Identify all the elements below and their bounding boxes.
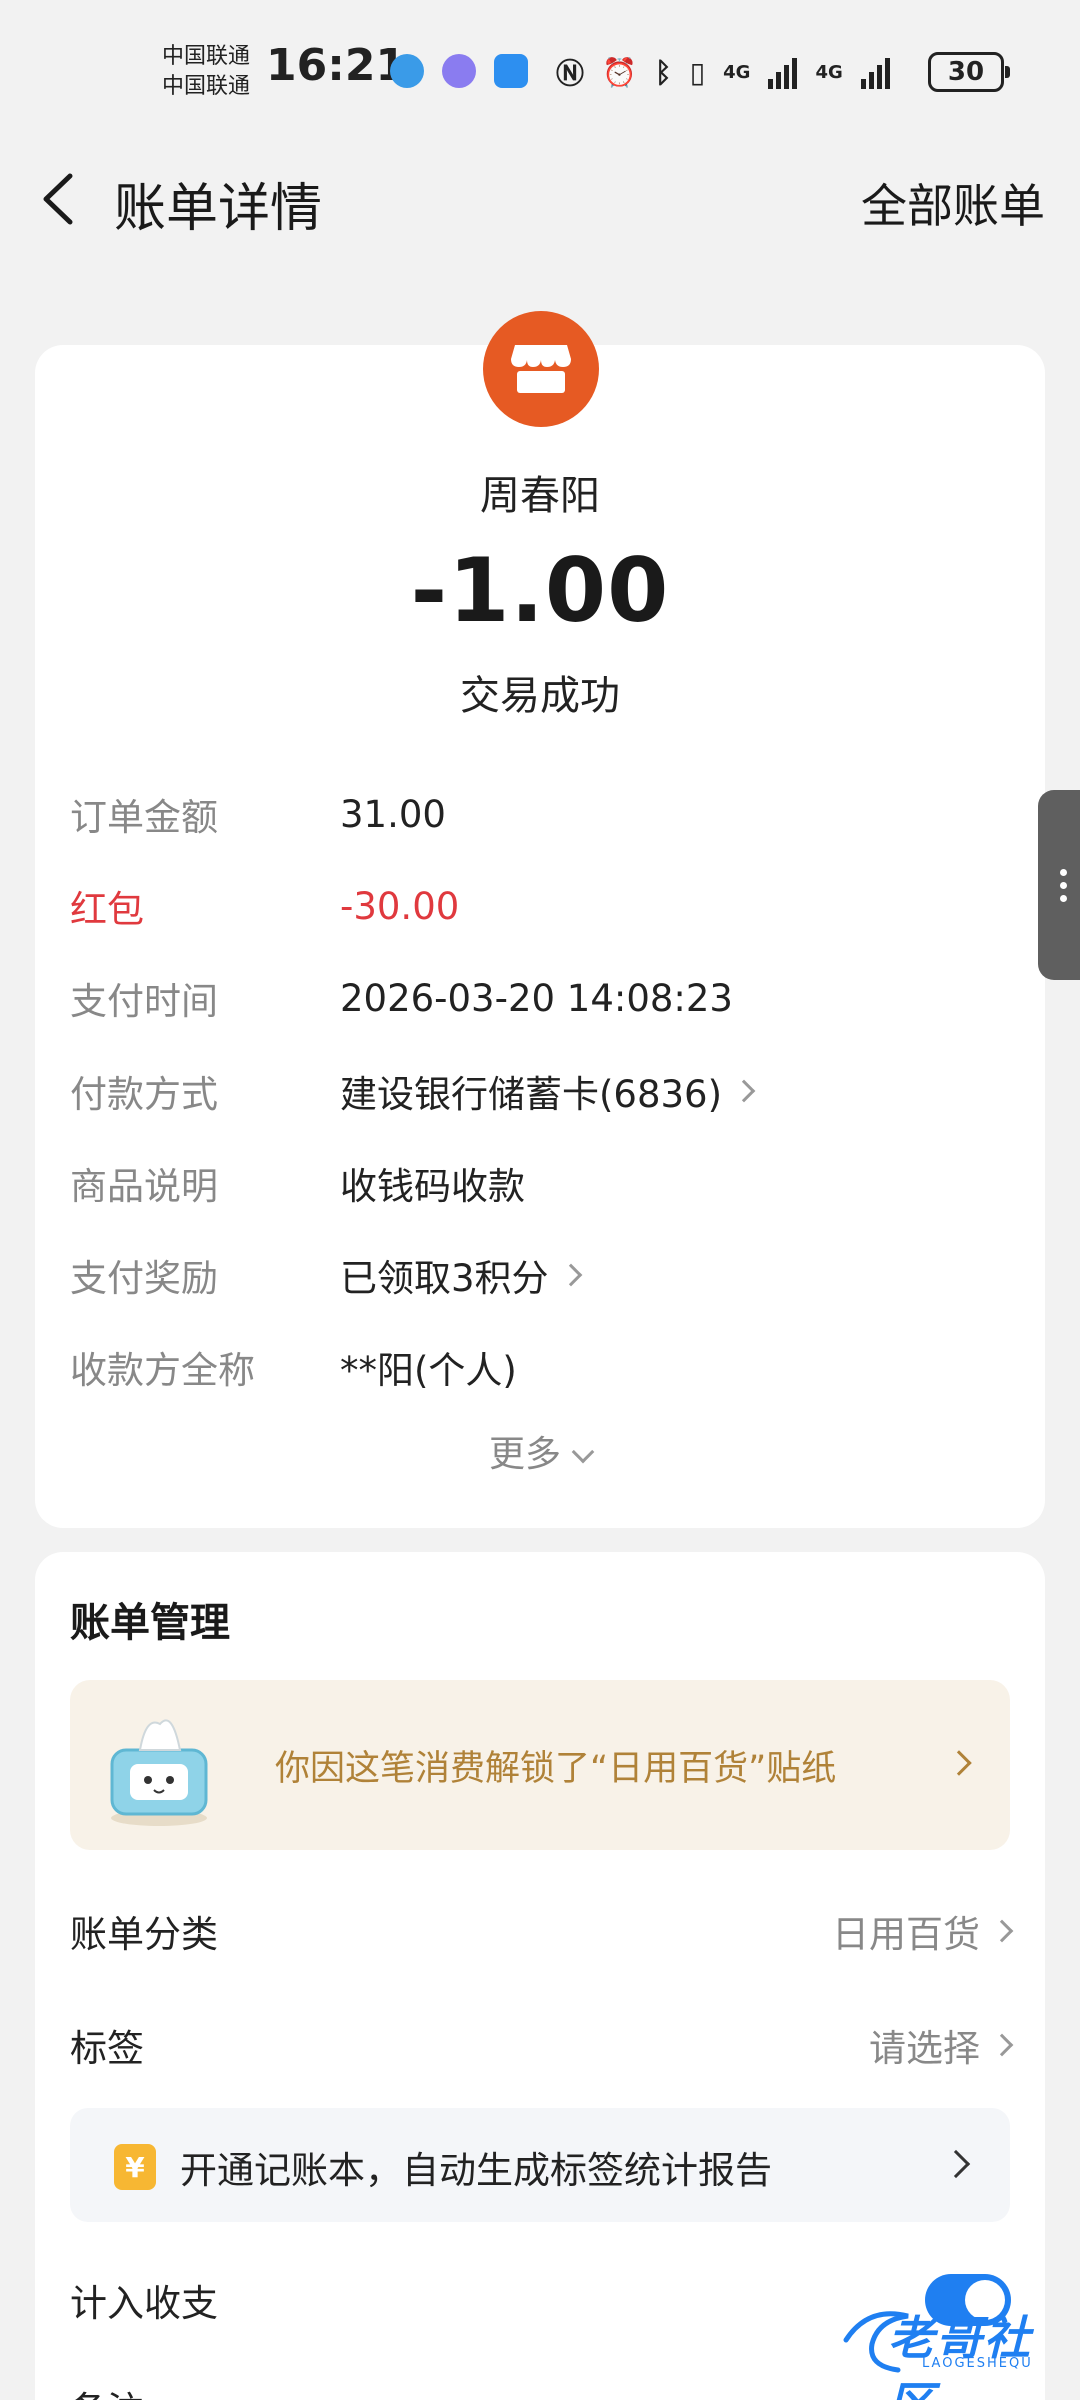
- tag-value: 请选择: [869, 2027, 980, 2070]
- system-icons: Ⓝ ⏰ ᛒ ▯ 4G 4G: [556, 52, 890, 92]
- detail-row-payee-name: 收款方全称 **阳(个人): [70, 1337, 1010, 1397]
- detail-row-red-packet: 红包 -30.00: [70, 876, 1010, 936]
- battery-level: 30: [947, 57, 985, 87]
- tag-row[interactable]: 标签 请选择: [70, 2010, 1014, 2080]
- detail-label: 付款方式: [70, 1073, 218, 1116]
- detail-value: **阳(个人): [340, 1349, 517, 1392]
- bill-summary-card: 周春阳 -1.00 交易成功 订单金额 31.00 红包 -30.00 支付时间…: [35, 311, 1045, 1528]
- chevron-down-icon: [571, 1440, 595, 1464]
- bill-category-value: 日用百货: [832, 1913, 980, 1956]
- watermark-text: 老哥社区: [888, 2311, 1032, 2400]
- detail-row-payment-method[interactable]: 付款方式 建设银行储蓄卡(6836): [70, 1061, 1010, 1121]
- section-title: 账单管理: [70, 1600, 230, 1646]
- transaction-amount: -1.00: [410, 539, 670, 642]
- carrier-2: 中国联通: [162, 74, 251, 99]
- tag-value-wrap: 请选择: [869, 2018, 1014, 2072]
- sticker-unlock-banner[interactable]: 你因这笔消费解锁了“日用百货”贴纸: [70, 1680, 1010, 1850]
- carrier-info: 中国联通 中国联通: [162, 42, 250, 102]
- carrier-1: 中国联通: [162, 44, 251, 69]
- shop-icon: [511, 345, 571, 393]
- detail-row-pay-time: 支付时间 2026-03-20 14:08:23: [70, 968, 1010, 1028]
- detail-row-order-amount: 订单金额 31.00: [70, 784, 1010, 844]
- tissue-box-sticker-icon: [110, 1719, 208, 1826]
- bill-management-card: 账单管理 你因这笔消费解锁了“日用百货”贴纸 账单分类 日用百货 标签 请选择 …: [35, 1552, 1045, 2400]
- chevron-right-icon: [559, 1263, 582, 1287]
- more-button[interactable]: 更多: [35, 1425, 1045, 1477]
- detail-label: 商品说明: [70, 1165, 218, 1208]
- detail-value-wrap: 已领取3积分: [340, 1248, 582, 1302]
- bill-category-value-wrap: 日用百货: [832, 1904, 1014, 1958]
- page-title: 账单详情: [114, 179, 323, 239]
- signal-1-icon: [768, 55, 798, 89]
- nfc-icon: Ⓝ: [556, 57, 585, 90]
- signal-2-icon: [860, 55, 890, 89]
- merchant-name: 周春阳: [480, 473, 600, 519]
- detail-row-description: 商品说明 收钱码收款: [70, 1153, 1010, 1213]
- alarm-icon: ⏰: [602, 55, 637, 89]
- more-label: 更多: [488, 1434, 561, 1475]
- chevron-right-icon: [990, 2033, 1014, 2057]
- ledger-promo-text: 开通记账本，自动生成标签统计报告: [180, 2149, 772, 2192]
- chevron-right-icon: [946, 1750, 972, 1776]
- chevron-right-icon: [941, 2149, 971, 2179]
- network-type-1: 4G: [723, 61, 751, 83]
- browser-icon: [390, 54, 424, 88]
- watermark-subtext: LAOGESHEQU: [922, 2356, 1033, 2371]
- merchant-logo: [483, 311, 599, 427]
- detail-value-wrap: 建设银行储蓄卡(6836): [340, 1064, 756, 1118]
- all-bills-link[interactable]: 全部账单: [861, 170, 1045, 236]
- detail-row-pay-reward[interactable]: 支付奖励 已领取3积分: [70, 1245, 1010, 1305]
- dot-icon: [1059, 894, 1067, 902]
- bill-category-label: 账单分类: [70, 1913, 218, 1956]
- income-expense-label: 计入收支: [70, 2282, 218, 2325]
- detail-label: 支付时间: [70, 980, 218, 1023]
- dot-icon: [1059, 868, 1067, 876]
- music-icon: [442, 54, 476, 88]
- vibrate-icon: ▯: [689, 55, 706, 89]
- chevron-left-icon: [43, 173, 73, 225]
- sticker-unlock-text: 你因这笔消费解锁了“日用百货”贴纸: [275, 1749, 837, 1789]
- transaction-status: 交易成功: [460, 673, 620, 719]
- detail-value: 2026-03-20 14:08:23: [340, 976, 733, 1020]
- ledger-promo-banner[interactable]: ¥ 开通记账本，自动生成标签统计报告: [70, 2108, 1010, 2222]
- weather-icon: [494, 54, 528, 88]
- detail-label: 收款方全称: [70, 1349, 255, 1392]
- status-bar: 中国联通 中国联通 16:21 Ⓝ ⏰ ᛒ ▯ 4G 4G 30: [0, 0, 1080, 130]
- note-label: 备注: [70, 2380, 144, 2400]
- tag-label: 标签: [70, 2027, 144, 2070]
- detail-value: 已领取3积分: [340, 1257, 549, 1300]
- detail-label: 红包: [70, 888, 144, 931]
- detail-value: 建设银行储蓄卡(6836): [340, 1073, 723, 1116]
- network-type-2: 4G: [815, 61, 843, 83]
- chevron-right-icon: [990, 1919, 1014, 1943]
- detail-value: -30.00: [340, 884, 460, 928]
- watermark-logo: 老哥社区 LAOGESHEQU: [838, 2300, 1070, 2400]
- chevron-right-icon: [732, 1079, 756, 1103]
- status-time: 16:21: [266, 40, 407, 91]
- page-header: 账单详情 全部账单: [0, 150, 1080, 250]
- detail-label: 支付奖励: [70, 1257, 218, 1300]
- back-button[interactable]: [30, 164, 90, 234]
- detail-value: 31.00: [340, 792, 446, 836]
- dot-icon: [1059, 881, 1067, 889]
- battery-icon: 30: [928, 52, 1010, 92]
- bluetooth-icon: ᛒ: [654, 55, 672, 89]
- ledger-coupon-icon: ¥: [114, 2144, 156, 2190]
- floating-side-handle[interactable]: [1038, 790, 1080, 980]
- bill-category-row[interactable]: 账单分类 日用百货: [70, 1896, 1014, 1966]
- detail-value: 收钱码收款: [340, 1165, 525, 1208]
- detail-label: 订单金额: [70, 796, 218, 839]
